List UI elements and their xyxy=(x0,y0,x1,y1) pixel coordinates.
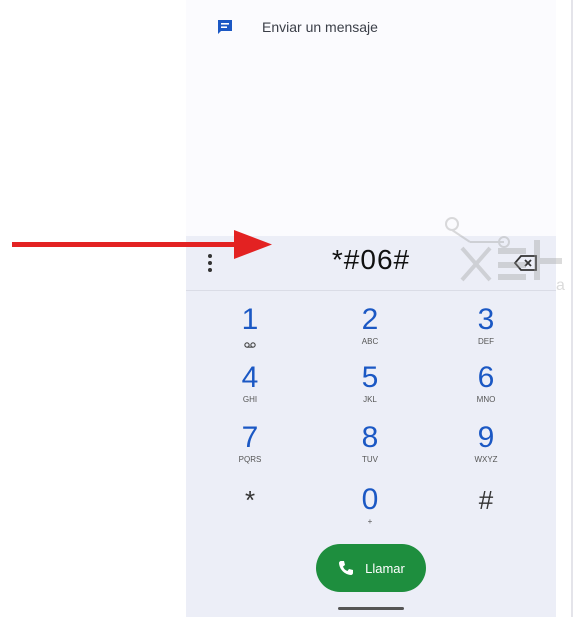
dialpad: *#06# 1 2 ABC 3 DEF 4 GHI 5 JKL 6 MNO 7 PQRS 8 TUV 9 WXY… xyxy=(186,236,556,617)
message-icon xyxy=(218,20,232,34)
dial-key[interactable]: 4 GHI xyxy=(210,362,290,418)
dial-key-letters: ABC xyxy=(361,337,379,346)
dial-key-digit: # xyxy=(478,485,494,515)
phone-icon xyxy=(339,561,354,575)
dial-key[interactable]: 5 JKL xyxy=(330,362,410,418)
dial-key[interactable]: 8 TUV xyxy=(330,422,410,478)
dial-key-letters: WXYZ xyxy=(474,455,498,464)
dial-key-letters: TUV xyxy=(362,455,378,464)
dial-key-digit: 7 xyxy=(241,421,259,454)
dial-key[interactable]: 6 MNO xyxy=(446,362,526,418)
phone-screen: Enviar un mensaje *#06# 1 2 ABC 3 DEF 4 GHI 5 JK… xyxy=(186,0,556,617)
home-indicator xyxy=(338,607,404,610)
dial-key-digit: 9 xyxy=(477,421,495,454)
dial-key-letters: DEF xyxy=(478,337,494,346)
dial-key-letters: MNO xyxy=(476,395,496,404)
dial-key[interactable]: 1 xyxy=(210,304,290,360)
dial-key[interactable]: # xyxy=(446,484,526,540)
dial-key-letters: + xyxy=(367,517,373,526)
dial-key[interactable]: 3 DEF xyxy=(446,304,526,360)
dial-key-digit: 6 xyxy=(477,361,495,394)
dial-key-letters: GHI xyxy=(242,395,258,404)
dial-key-digit: * xyxy=(244,485,256,515)
dial-key[interactable]: 9 WXYZ xyxy=(446,422,526,478)
send-message-row[interactable]: Enviar un mensaje xyxy=(216,12,378,42)
send-message-label: Enviar un mensaje xyxy=(262,19,378,35)
dial-key[interactable]: 0 + xyxy=(330,484,410,540)
dial-key-digit: 4 xyxy=(241,361,259,394)
dial-key[interactable]: 2 ABC xyxy=(330,304,410,360)
screen-edge-line xyxy=(571,0,573,617)
screen-edge xyxy=(556,0,582,617)
dial-key[interactable]: 7 PQRS xyxy=(210,422,290,478)
dial-key-digit: 1 xyxy=(241,303,259,336)
dial-key-digit: 0 xyxy=(361,483,379,516)
dial-key-digit: 5 xyxy=(361,361,379,394)
watermark-logo: a xyxy=(445,217,565,292)
dial-key-letters: JKL xyxy=(363,395,377,404)
dial-key-digit: 2 xyxy=(361,303,379,336)
svg-text:a: a xyxy=(556,277,565,292)
dial-key[interactable]: * xyxy=(210,484,290,540)
dial-key-letters: PQRS xyxy=(238,455,262,464)
call-button[interactable]: Llamar xyxy=(316,544,426,592)
dial-key-digit: 8 xyxy=(361,421,379,454)
dial-key-digit: 3 xyxy=(477,303,495,336)
call-button-label: Llamar xyxy=(365,560,405,576)
voicemail-icon xyxy=(244,342,256,348)
red-arrow-icon xyxy=(12,230,272,259)
